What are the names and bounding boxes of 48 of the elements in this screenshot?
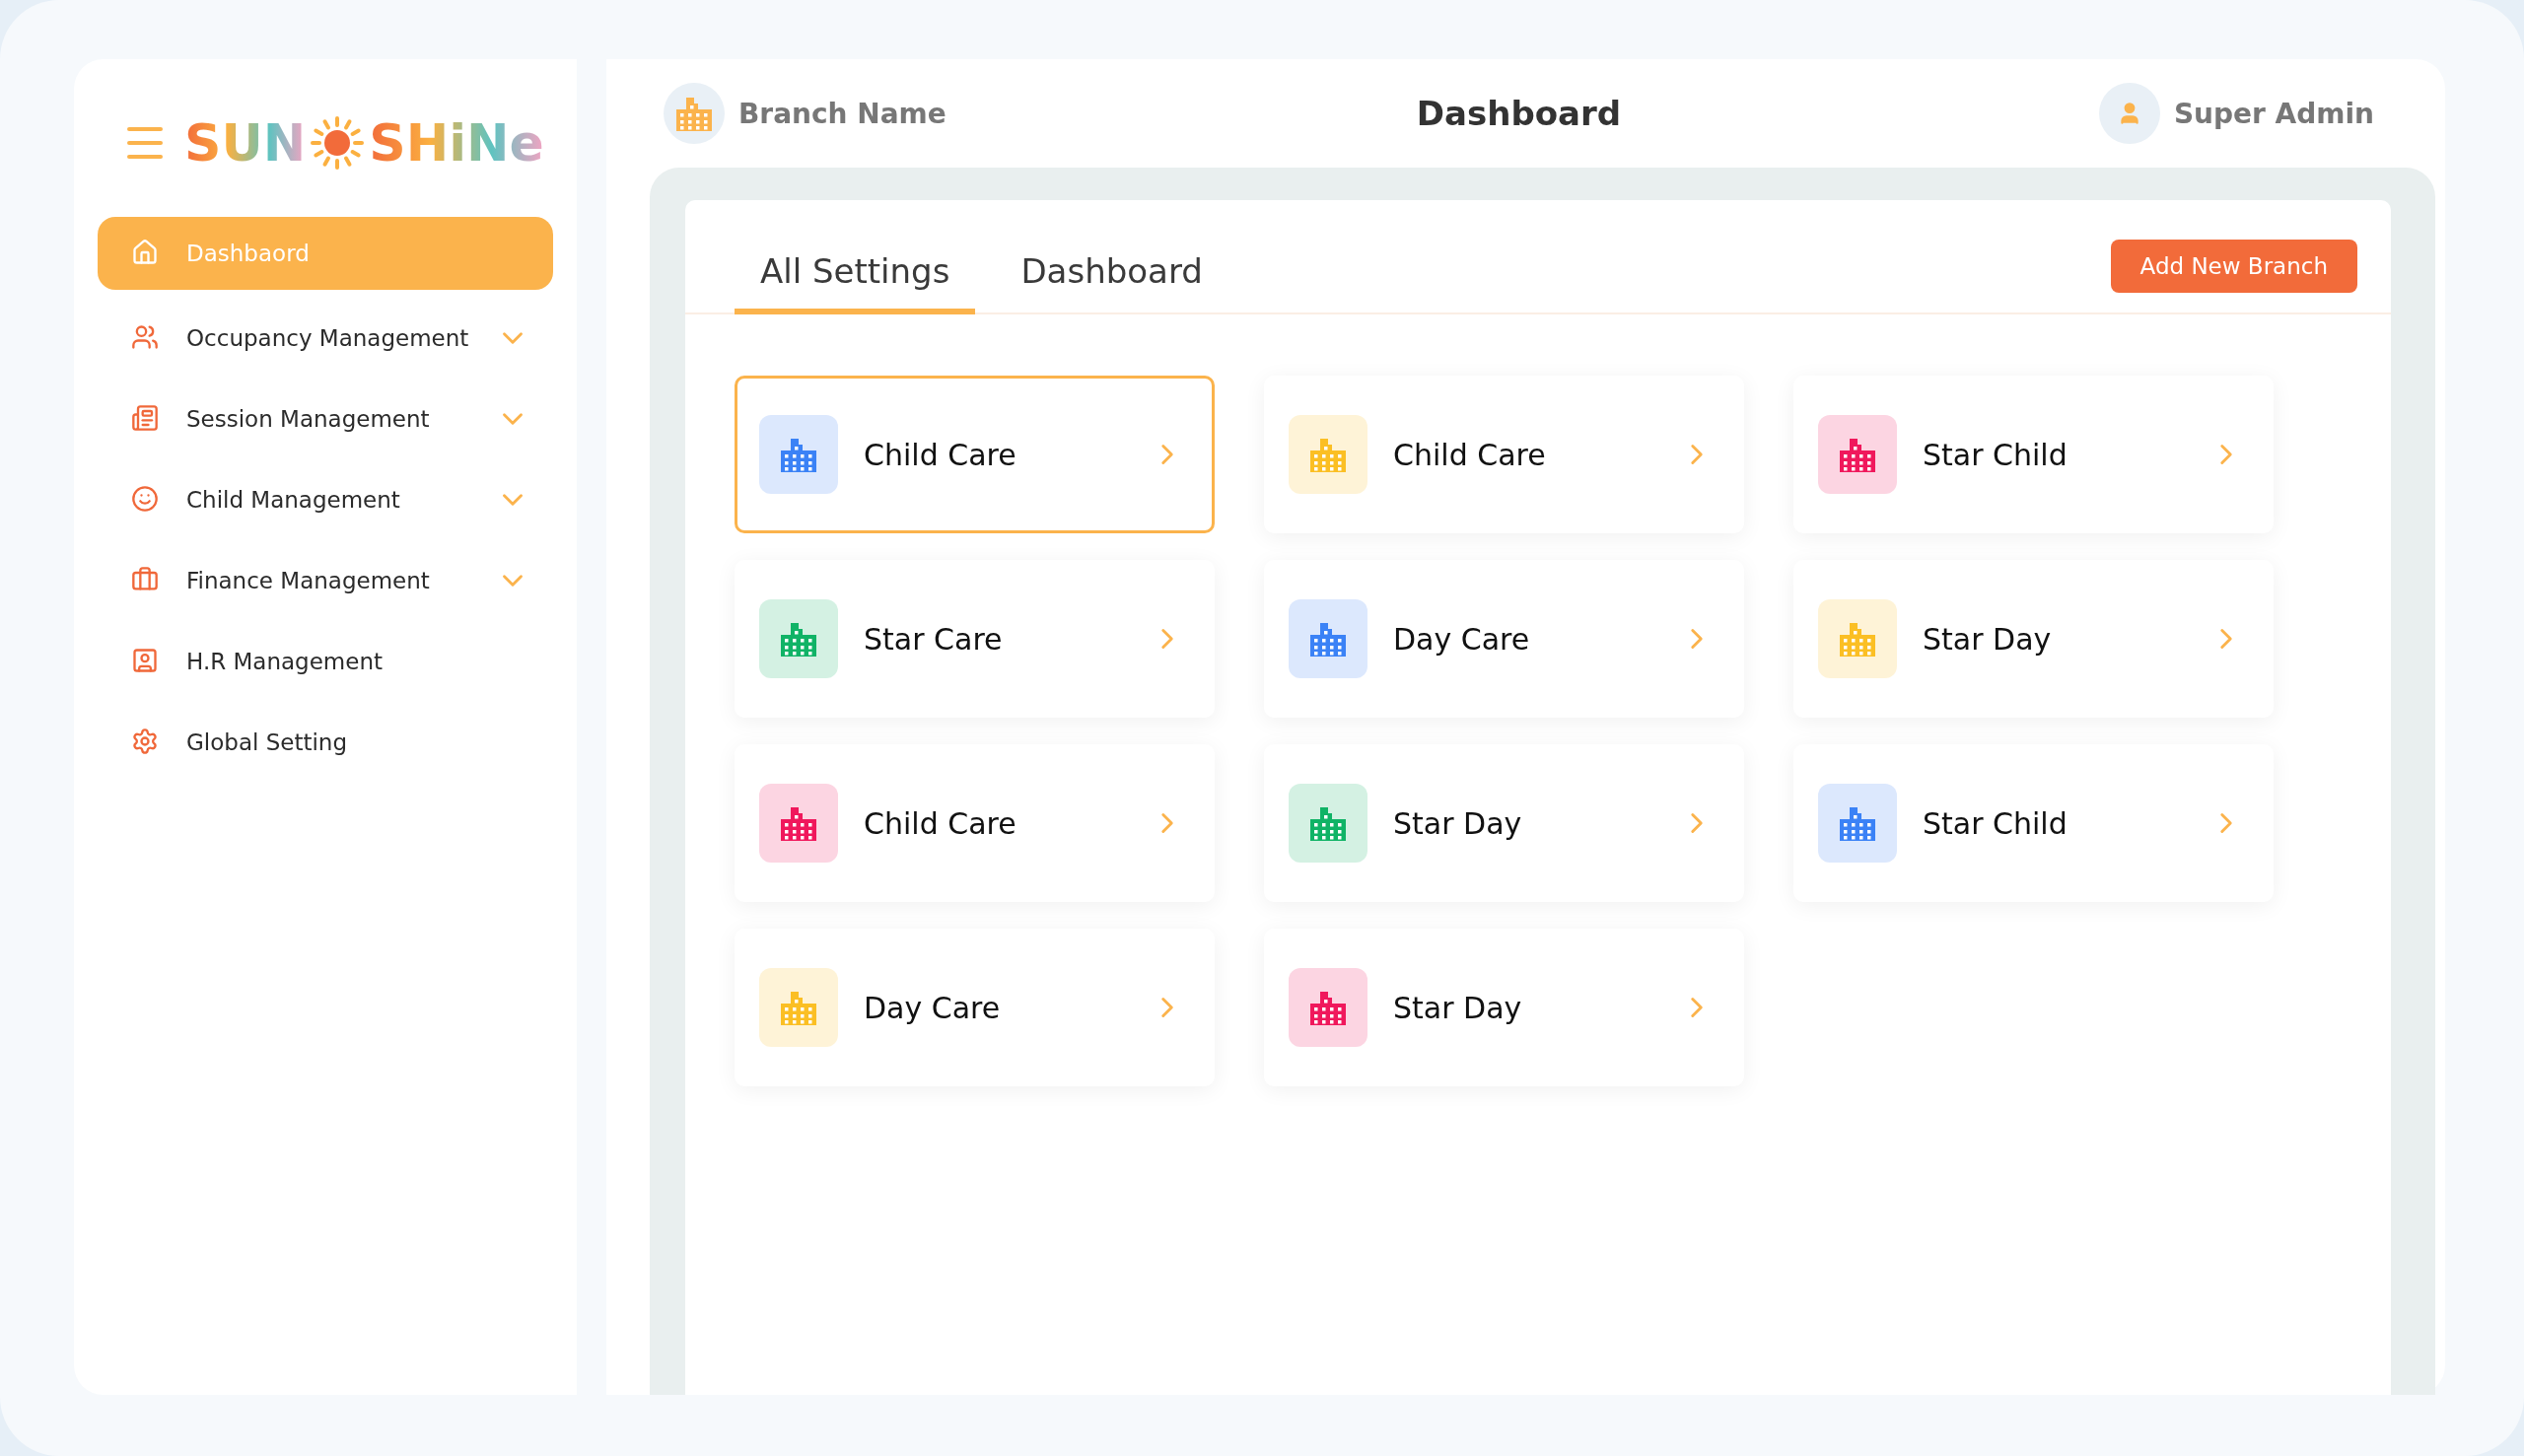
nav-label: Finance Management	[186, 568, 431, 593]
sun-icon	[310, 115, 366, 171]
branch-card[interactable]: Day Care	[735, 929, 1215, 1086]
nav-item[interactable]: H.R Management	[98, 621, 553, 702]
branch-name: Star Day	[1393, 805, 1523, 841]
nav-item[interactable]: Occupancy Management	[98, 298, 553, 379]
branch-name: Child Care	[864, 437, 1017, 472]
nav-label: Global Setting	[186, 729, 349, 755]
branch-card[interactable]: Star Day	[1264, 744, 1744, 902]
branch-card[interactable]: Child Care	[1264, 376, 1744, 533]
branch-name: Day Care	[1393, 621, 1531, 657]
document-icon	[131, 404, 159, 432]
nav-label: H.R Management	[186, 649, 384, 674]
home-icon	[131, 239, 159, 266]
tab[interactable]: All Settings	[735, 251, 976, 314]
nav-label: Dashbaord	[186, 241, 311, 266]
nav-item[interactable]: Global Setting	[98, 702, 553, 783]
nav-item[interactable]: Finance Management	[98, 540, 553, 621]
page-title: Dashboard	[1416, 94, 1622, 133]
nav-label: Occupancy Management	[186, 325, 470, 351]
user-name: Super Admin	[2173, 97, 2374, 130]
branch-name: Day Care	[864, 990, 1002, 1025]
branch-name: Child Care	[1393, 437, 1547, 472]
briefcase-icon	[131, 566, 159, 593]
branch-name: Child Care	[864, 805, 1017, 841]
branch-card[interactable]: Star Care	[735, 560, 1215, 718]
branch-card[interactable]: Star Child	[1793, 744, 2274, 902]
branch-name: Star Day	[1923, 621, 2053, 657]
branch-name: Branch Name	[738, 97, 946, 130]
people-icon	[131, 323, 159, 351]
branch-card[interactable]: Star Day	[1793, 560, 2274, 718]
id-badge-icon	[131, 647, 159, 674]
branch-card[interactable]: Day Care	[1264, 560, 1744, 718]
settings-icon	[131, 728, 159, 755]
nav-item[interactable]: Session Management	[98, 379, 553, 459]
nav-label: Child Management	[186, 487, 401, 513]
face-icon	[131, 485, 159, 513]
branch-card[interactable]: Child Care	[735, 376, 1215, 533]
branch-name: Star Child	[1923, 805, 2068, 841]
branch-name: Star Day	[1393, 990, 1523, 1025]
nav-label: Session Management	[186, 406, 431, 432]
branch-name: Star Care	[864, 621, 1004, 657]
branch-card[interactable]: Child Care	[735, 744, 1215, 902]
nav-item[interactable]: Child Management	[98, 459, 553, 540]
branch-card[interactable]: Star Day	[1264, 929, 1744, 1086]
branch-card[interactable]: Star Child	[1793, 376, 2274, 533]
branch-name: Star Child	[1923, 437, 2068, 472]
tab[interactable]: Dashboard	[995, 251, 1228, 314]
